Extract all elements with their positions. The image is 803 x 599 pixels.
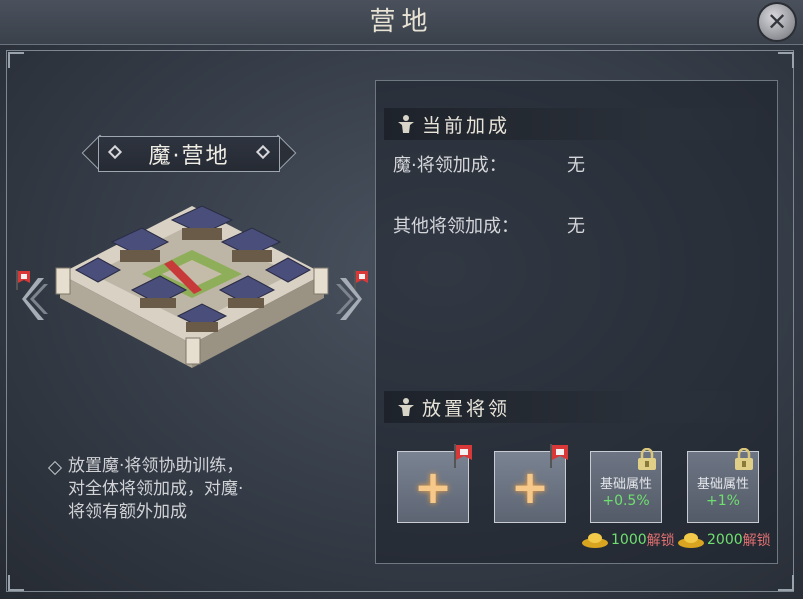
flag-icon [550, 444, 568, 468]
camp-description: 放置魔·将领协助训练， 对全体将领加成，对魔· 将领有额外加成 [47, 455, 342, 524]
description-line: 放置魔·将领协助训练， [68, 456, 244, 476]
slot-bonus-label: 基础属性 [696, 477, 749, 492]
slot-bonus-value: +1% [706, 493, 740, 509]
frame-corner [778, 52, 794, 68]
unlock-cost-label: 解锁 [742, 533, 771, 549]
demon-general-bonus-label: 魔·将领加成： [393, 155, 507, 176]
frame-corner [778, 575, 794, 591]
lock-icon [735, 448, 753, 470]
description-line: 对全体将领加成，对魔· [68, 479, 244, 499]
close-button[interactable]: ✕ [757, 2, 797, 42]
camp-name: 魔·营地 [148, 144, 230, 169]
general-icon [398, 398, 414, 416]
previous-camp-button[interactable] [20, 276, 50, 322]
unlock-cost-label: 解锁 [646, 533, 675, 549]
current-bonus-header: 当前加成 [384, 108, 769, 140]
gold-ingot-icon [678, 533, 704, 548]
page-title: 营地 [369, 7, 434, 37]
slot-bonus-value: +0.5% [602, 493, 650, 509]
lock-icon [638, 448, 656, 470]
other-general-bonus-value: 无 [567, 216, 585, 237]
section-title: 当前加成 [422, 114, 511, 137]
unlock-cost-amount: 2000 [707, 532, 743, 548]
camp-name-plate: 魔·营地 [81, 134, 297, 174]
slot-bonus-label: 基础属性 [599, 477, 652, 492]
section-title: 放置将领 [422, 397, 511, 420]
general-icon [398, 115, 414, 133]
frame-corner [8, 52, 24, 68]
unlock-cost-amount: 1000 [611, 532, 647, 548]
description-line: 将领有额外加成 [68, 502, 187, 522]
add-general-icon: + [510, 460, 550, 514]
flag-icon [454, 444, 472, 468]
place-generals-header: 放置将领 [384, 391, 769, 423]
add-general-icon: + [413, 460, 453, 514]
next-camp-button[interactable] [334, 276, 364, 322]
gold-ingot-icon [582, 533, 608, 548]
other-general-bonus-label: 其他将领加成： [393, 216, 519, 237]
demon-general-bonus-value: 无 [567, 155, 585, 176]
camp-illustration [55, 205, 329, 368]
unlock-cost-2[interactable]: 2000 解锁 [677, 530, 771, 550]
close-icon: ✕ [766, 8, 788, 36]
unlock-cost-1[interactable]: 1000 解锁 [581, 530, 675, 550]
frame-corner [8, 575, 24, 591]
